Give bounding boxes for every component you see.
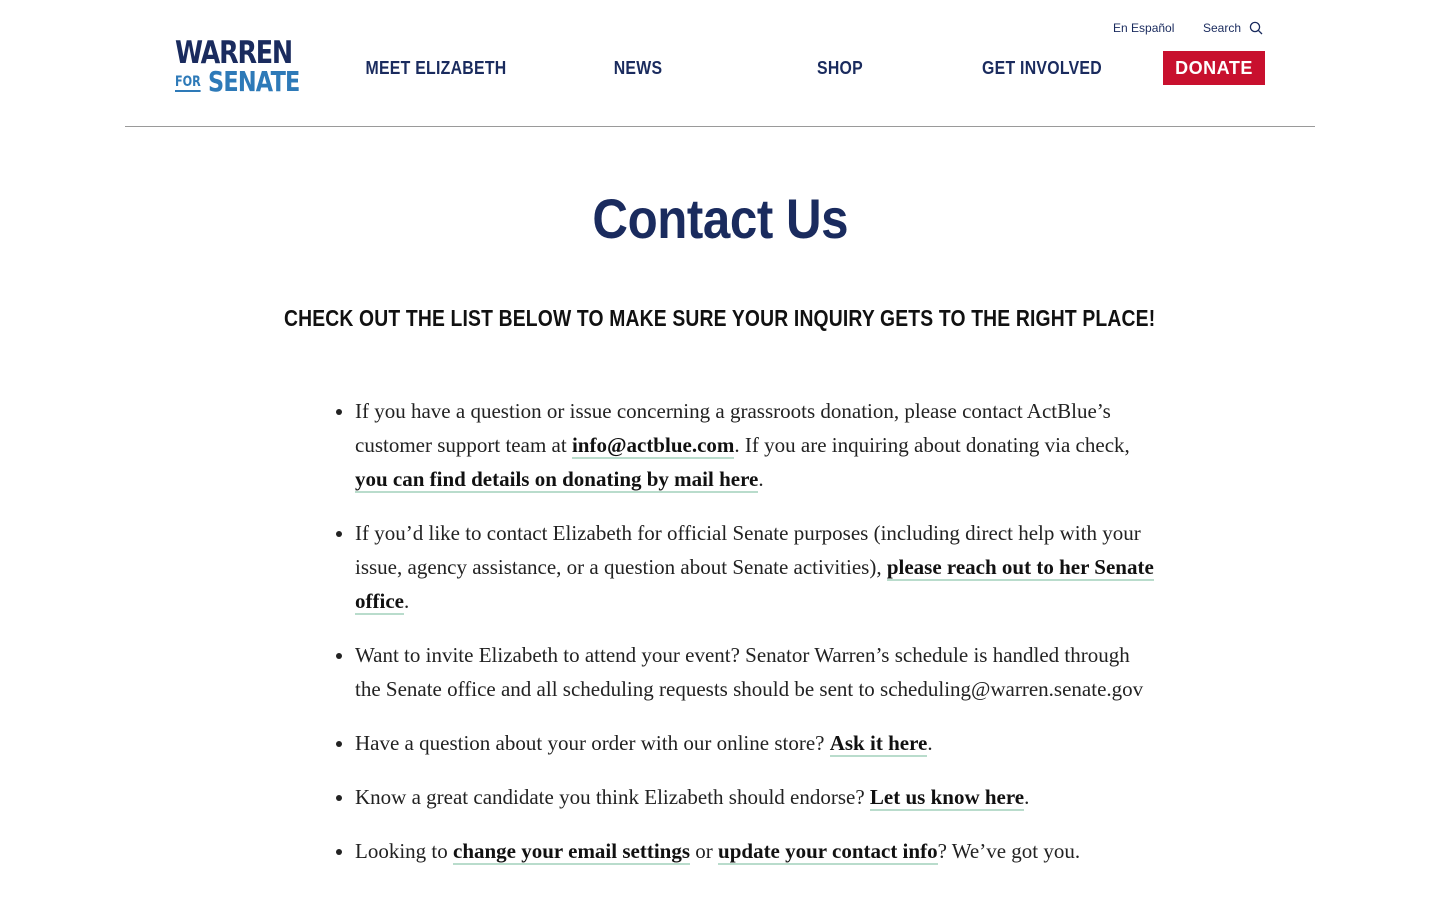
item-text: Know a great candidate you think Elizabe… <box>355 785 870 809</box>
page-title: Contact Us <box>0 186 1440 251</box>
item-text: Have a question about your order with ou… <box>355 731 830 755</box>
page-subhead: CHECK OUT THE LIST BELOW TO MAKE SURE YO… <box>0 305 1440 332</box>
ask-it-here-link[interactable]: Ask it here <box>829 731 928 757</box>
list-item: Want to invite Elizabeth to attend your … <box>355 638 1155 706</box>
logo-for: FOR <box>175 74 201 92</box>
donate-by-mail-link[interactable]: you can find details on donating by mail… <box>355 467 759 493</box>
actblue-email-link[interactable]: info@actblue.com <box>571 433 735 459</box>
item-text: Want to invite Elizabeth to attend your … <box>355 643 1144 701</box>
item-text: . <box>758 467 764 491</box>
list-item: Have a question about your order with ou… <box>355 726 1155 760</box>
logo-row-2: FOR SENATE <box>175 68 301 96</box>
item-text: . <box>927 731 933 755</box>
list-item: If you’d like to contact Elizabeth for o… <box>355 516 1155 618</box>
nav-meet-elizabeth[interactable]: MEET ELIZABETH <box>357 58 515 79</box>
nav-news[interactable]: NEWS <box>559 58 717 79</box>
page-subhead-text: CHECK OUT THE LIST BELOW TO MAKE SURE YO… <box>284 305 1156 331</box>
espanol-link[interactable]: En Español <box>1113 21 1174 35</box>
logo-senate: SENATE <box>208 65 300 98</box>
item-text: . <box>403 589 410 613</box>
item-text: . If you are inquiring about donating vi… <box>734 433 1130 457</box>
item-text: Looking to <box>355 839 453 863</box>
list-item: If you have a question or issue concerni… <box>355 394 1155 496</box>
item-text: . <box>1024 785 1030 809</box>
search-link[interactable]: Search <box>1203 21 1241 35</box>
nav-shop[interactable]: SHOP <box>761 58 919 79</box>
let-us-know-link[interactable]: Let us know here <box>869 785 1025 811</box>
nav-get-involved[interactable]: GET INVOLVED <box>963 58 1121 79</box>
list-item: Looking to change your email settings or… <box>355 834 1155 868</box>
email-settings-link[interactable]: change your email settings <box>453 839 691 865</box>
search-icon[interactable] <box>1249 21 1263 35</box>
list-item: Know a great candidate you think Elizabe… <box>355 780 1155 814</box>
donate-button[interactable]: DONATE <box>1163 51 1265 85</box>
contact-list: If you have a question or issue concerni… <box>337 394 1155 888</box>
page-title-text: Contact Us <box>592 187 848 250</box>
site-logo[interactable]: WARREN FOR SENATE <box>175 38 301 100</box>
item-text: or <box>690 839 719 863</box>
item-text: ? We’ve got you. <box>937 839 1081 863</box>
update-contact-info-link[interactable]: update your contact info <box>718 839 938 865</box>
site-header: WARREN FOR SENATE MEET ELIZABETH NEWS SH… <box>125 0 1315 127</box>
